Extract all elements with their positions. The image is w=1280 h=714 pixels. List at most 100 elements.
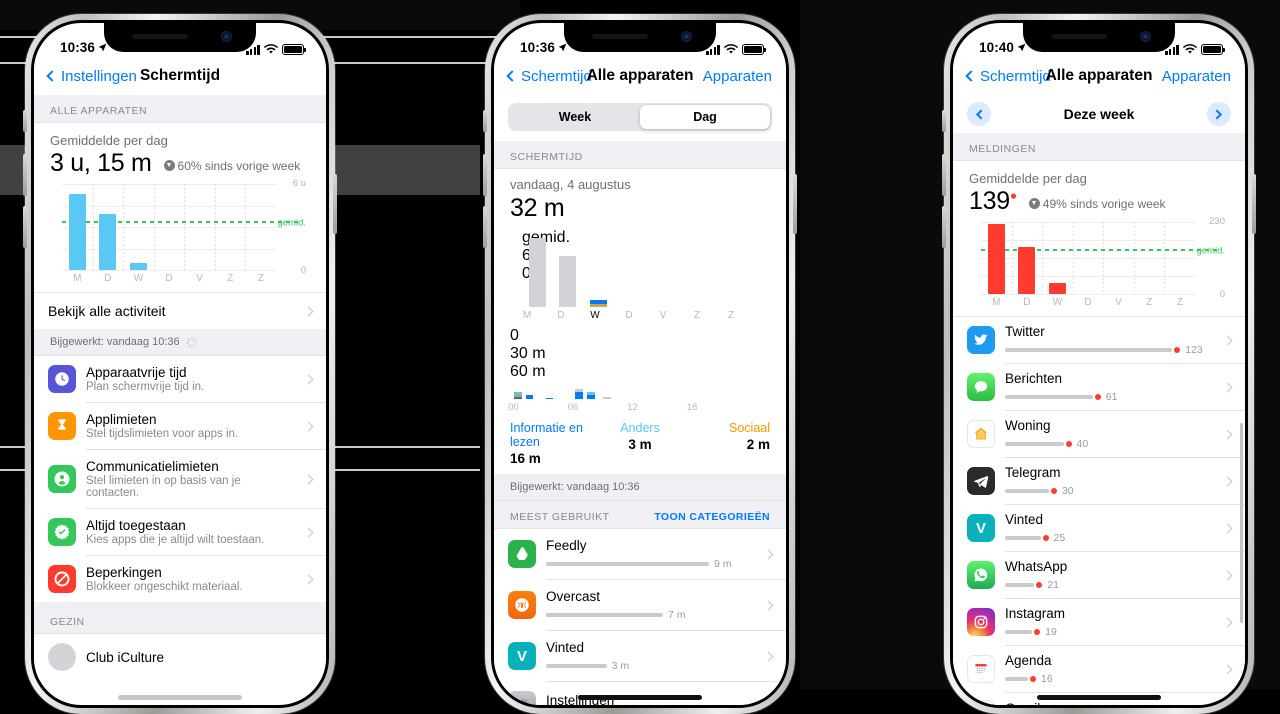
app-name: Feedly — [546, 538, 587, 553]
previous-week-button[interactable] — [967, 102, 991, 126]
front-camera — [1140, 31, 1151, 42]
phone2-volume-up[interactable] — [483, 154, 487, 196]
devices-button[interactable]: Apparaten — [1162, 68, 1231, 85]
notification-count-value: 123 — [1185, 344, 1203, 356]
settings-row[interactable]: Communicatielimieten Stel limieten in op … — [34, 450, 326, 508]
chevron-right-icon — [1222, 476, 1233, 486]
next-week-button[interactable] — [1206, 102, 1231, 126]
notification-dot-icon — [1065, 441, 1072, 447]
chart-xlabel: D — [1084, 297, 1092, 308]
app-row-text: Overcast 7 m — [546, 589, 755, 621]
chart-bar-column — [93, 184, 124, 270]
chevron-right-icon — [763, 549, 774, 559]
app-row[interactable]: V Vinted 3 m — [494, 631, 786, 681]
status-time-group: 10:36 — [60, 40, 107, 55]
week-pager: Deze week — [953, 95, 1245, 133]
chart-bar-column — [62, 184, 93, 270]
chart-hour-bar — [575, 389, 584, 399]
phone3-volume-down[interactable] — [942, 206, 946, 248]
segment-dag[interactable]: Dag — [640, 105, 770, 129]
app-row[interactable]: Feedly 9 m — [494, 529, 786, 579]
chart-bar — [68, 194, 86, 270]
family-name-wrap: Club iCulture — [86, 650, 312, 665]
nav-bar: Instellingen Schermtijd — [34, 57, 326, 95]
period-segmented-control[interactable]: Week Dag — [508, 103, 772, 131]
phone1-volume-down[interactable] — [23, 206, 27, 248]
settings-row-title: Apparaatvrije tijd — [86, 365, 187, 380]
scroll-indicator[interactable] — [1240, 423, 1243, 623]
location-arrow-icon — [1017, 43, 1026, 52]
settings-row[interactable]: Apparaatvrije tijd Plan schermvrije tijd … — [34, 356, 326, 402]
notification-count-meter: 21 — [1005, 579, 1214, 591]
family-member-row[interactable]: Club iCulture — [34, 634, 326, 680]
chart-hour-bar — [603, 396, 611, 399]
summary-value: 139 — [969, 187, 1010, 215]
settings-row[interactable]: Beperkingen Blokkeer ongeschikt materiaal… — [34, 556, 326, 602]
section-header-most-used: MEEST GEBRUIKT TOON CATEGORIEËN — [494, 501, 786, 528]
phone1-power-button[interactable] — [333, 174, 337, 234]
chart-bar-column — [184, 184, 215, 270]
phone2-mute-switch[interactable] — [483, 110, 487, 132]
chart-hour-bar — [525, 395, 534, 399]
notification-app-row[interactable]: V Vinted 25 — [953, 505, 1245, 551]
back-button[interactable]: Instellingen — [46, 68, 137, 85]
home-indicator[interactable] — [118, 695, 242, 700]
notification-app-row[interactable]: Twitter 123 — [953, 317, 1245, 363]
back-button[interactable]: Schermtijd — [506, 67, 592, 85]
screentime-summary-card[interactable]: Gemiddelde per dag 3 u, 15 m 60% sinds v… — [34, 123, 326, 329]
notification-app-row[interactable]: Woning 40 — [953, 411, 1245, 457]
chart-xlabel: 12 — [627, 402, 638, 413]
segment-week[interactable]: Week — [510, 105, 640, 129]
settings-row-subtitle: Blokkeer ongeschikt materiaal. — [86, 581, 243, 593]
notification-count-meter: 19 — [1005, 626, 1214, 638]
spinner-tick — [192, 337, 197, 341]
category-value: 2 m — [746, 437, 771, 452]
hourglass-icon — [48, 412, 76, 440]
settings-row-text: Communicatielimieten Stel limieten in op … — [86, 459, 295, 499]
app-row[interactable]: Overcast 7 m — [494, 580, 786, 630]
updated-label: Bijgewerkt: vandaag 10:36 — [50, 336, 180, 348]
show-categories-button[interactable]: TOON CATEGORIEËN — [654, 511, 770, 523]
section-header-label: ALLE APPARATEN — [50, 105, 148, 117]
chart-ytick-bottom: 0 — [300, 265, 306, 276]
phone3-power-button[interactable] — [1252, 174, 1256, 234]
notification-app-row[interactable]: WhatsApp 21 — [953, 552, 1245, 598]
chart-ytick-top: 230 — [1209, 216, 1225, 227]
phone1-volume-up[interactable] — [23, 154, 27, 196]
phone3-mute-switch[interactable] — [942, 110, 946, 132]
day-week-bar-chart: gemid.6 u0 — [522, 229, 736, 307]
notification-row-text: Berichten 61 — [1005, 371, 1214, 403]
notification-app-row[interactable]: Instagram 19 — [953, 599, 1245, 645]
category-name: Informatie en lezen — [510, 421, 583, 449]
nav-bar: Schermtijd Alle apparaten Apparaten — [953, 57, 1245, 95]
notification-app-row[interactable]: Telegram 30 — [953, 458, 1245, 504]
notification-app-row[interactable]: Agenda 16 — [953, 646, 1245, 692]
view-all-activity-row[interactable]: Bekijk alle activiteit — [34, 293, 326, 329]
settings-row[interactable]: Altijd toegestaan Kies apps die je altijd… — [34, 509, 326, 555]
phone2-volume-down[interactable] — [483, 206, 487, 248]
phone3-volume-up[interactable] — [942, 154, 946, 196]
updated-status: Bijgewerkt: vandaag 10:36 — [494, 474, 786, 500]
chart-bar-column — [1164, 222, 1195, 294]
status-time: 10:36 — [60, 40, 96, 55]
devices-button[interactable]: Apparaten — [703, 68, 772, 85]
notification-app-row[interactable]: Berichten 61 — [953, 364, 1245, 410]
chart-xlabel: V — [1115, 297, 1122, 308]
notification-count-value: 16 — [1040, 673, 1053, 685]
back-button[interactable]: Schermtijd — [965, 68, 1051, 85]
chart-hour-segment — [587, 395, 595, 399]
home-indicator[interactable] — [1037, 695, 1161, 700]
chevron-right-icon — [1212, 109, 1223, 119]
settings-row-subtitle: Plan schermvrije tijd in. — [86, 381, 205, 393]
chart-bars — [981, 222, 1195, 294]
app-name: Agenda — [1005, 653, 1052, 668]
notification-count-meter: 25 — [1005, 532, 1214, 544]
home-indicator[interactable] — [578, 695, 702, 700]
phone1-mute-switch[interactable] — [23, 110, 27, 132]
app-row[interactable]: Instellingen — [494, 682, 786, 705]
phone2-power-button[interactable] — [793, 174, 797, 234]
back-label: Schermtijd — [521, 67, 592, 85]
chart-xlabel: Z — [727, 310, 735, 321]
settings-row[interactable]: Applimieten Stel tijdslimieten voor apps … — [34, 403, 326, 449]
app-usage-meter: 9 m — [546, 558, 755, 570]
